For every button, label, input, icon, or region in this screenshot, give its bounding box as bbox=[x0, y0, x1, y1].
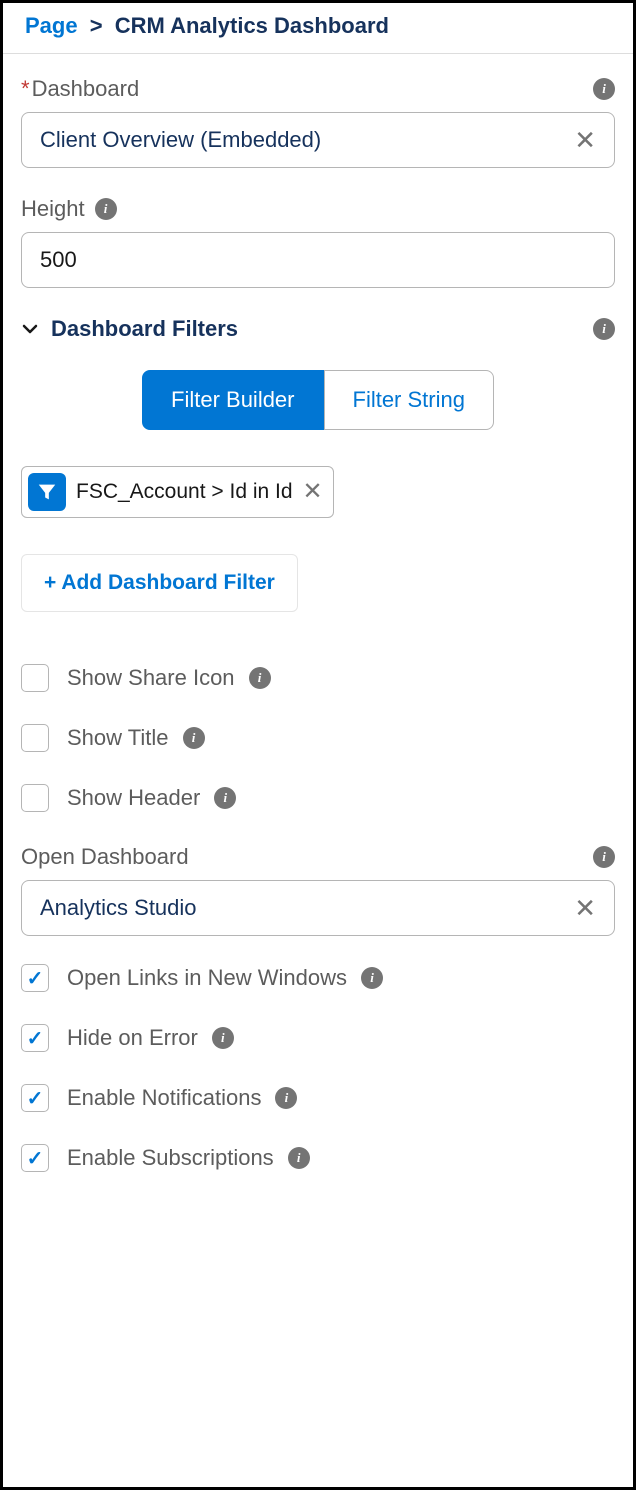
breadcrumb-sep: > bbox=[90, 13, 103, 38]
breadcrumb-current: CRM Analytics Dashboard bbox=[115, 13, 389, 38]
label-open-dashboard: Open Dashboard bbox=[21, 844, 189, 870]
open-dashboard-select[interactable]: Analytics Studio ✕ bbox=[21, 880, 615, 936]
info-icon[interactable]: i bbox=[593, 846, 615, 868]
check-subscriptions: Enable Subscriptions i bbox=[21, 1144, 615, 1172]
checkbox[interactable] bbox=[21, 1144, 49, 1172]
info-icon[interactable]: i bbox=[212, 1027, 234, 1049]
filter-chip[interactable]: FSC_Account > Id in Id ✕ bbox=[21, 466, 334, 518]
chevron-down-icon[interactable] bbox=[21, 320, 39, 338]
label-dashboard: *Dashboard bbox=[21, 76, 139, 102]
checkbox-label: Open Links in New Windows i bbox=[67, 965, 615, 991]
checkbox[interactable] bbox=[21, 1084, 49, 1112]
clear-icon[interactable]: ✕ bbox=[574, 127, 596, 153]
filter-mode-toggle: Filter Builder Filter String bbox=[21, 370, 615, 430]
checkbox-label: Show Share Icon i bbox=[67, 665, 615, 691]
checkbox-label: Show Title i bbox=[67, 725, 615, 751]
info-icon[interactable]: i bbox=[183, 727, 205, 749]
section-title: Dashboard Filters bbox=[51, 316, 238, 342]
info-icon[interactable]: i bbox=[593, 78, 615, 100]
info-icon[interactable]: i bbox=[288, 1147, 310, 1169]
filter-chip-text: FSC_Account > Id in Id bbox=[76, 480, 293, 504]
checkbox[interactable] bbox=[21, 964, 49, 992]
info-icon[interactable]: i bbox=[214, 787, 236, 809]
filter-icon bbox=[28, 473, 66, 511]
info-icon[interactable]: i bbox=[593, 318, 615, 340]
open-dashboard-value: Analytics Studio bbox=[40, 895, 197, 921]
checkbox[interactable] bbox=[21, 1024, 49, 1052]
field-dashboard: *Dashboard i Client Overview (Embedded) … bbox=[21, 76, 615, 168]
tab-filter-string[interactable]: Filter String bbox=[324, 370, 494, 430]
checkbox-label: Show Header i bbox=[67, 785, 615, 811]
check-show-share-icon: Show Share Icon i bbox=[21, 664, 615, 692]
info-icon[interactable]: i bbox=[361, 967, 383, 989]
checkbox-label: Enable Notifications i bbox=[67, 1085, 615, 1111]
remove-filter-icon[interactable]: ✕ bbox=[303, 480, 323, 504]
dashboard-select[interactable]: Client Overview (Embedded) ✕ bbox=[21, 112, 615, 168]
checkbox[interactable] bbox=[21, 664, 49, 692]
check-open-links: Open Links in New Windows i bbox=[21, 964, 615, 992]
clear-icon[interactable]: ✕ bbox=[574, 895, 596, 921]
check-show-title: Show Title i bbox=[21, 724, 615, 752]
breadcrumb-root[interactable]: Page bbox=[25, 13, 78, 38]
check-hide-error: Hide on Error i bbox=[21, 1024, 615, 1052]
check-show-header: Show Header i bbox=[21, 784, 615, 812]
label-height: Height i bbox=[21, 196, 117, 222]
check-notifications: Enable Notifications i bbox=[21, 1084, 615, 1112]
dashboard-value: Client Overview (Embedded) bbox=[40, 127, 321, 153]
checkbox-label: Hide on Error i bbox=[67, 1025, 615, 1051]
field-open-dashboard: Open Dashboard i Analytics Studio ✕ bbox=[21, 844, 615, 936]
info-icon[interactable]: i bbox=[95, 198, 117, 220]
breadcrumb: Page > CRM Analytics Dashboard bbox=[3, 3, 633, 54]
info-icon[interactable]: i bbox=[275, 1087, 297, 1109]
info-icon[interactable]: i bbox=[249, 667, 271, 689]
height-input[interactable]: 500 bbox=[21, 232, 615, 288]
field-height: Height i 500 bbox=[21, 196, 615, 288]
checkbox[interactable] bbox=[21, 784, 49, 812]
section-filters: Dashboard Filters i bbox=[21, 316, 615, 342]
add-filter-button[interactable]: + Add Dashboard Filter bbox=[21, 554, 298, 612]
tab-filter-builder[interactable]: Filter Builder bbox=[142, 370, 323, 430]
checkbox-label: Enable Subscriptions i bbox=[67, 1145, 615, 1171]
checkbox[interactable] bbox=[21, 724, 49, 752]
